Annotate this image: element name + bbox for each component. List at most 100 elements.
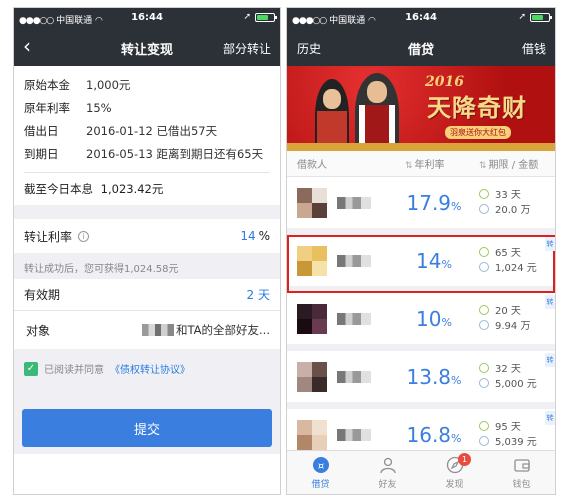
transfer-rate-label: 转让利率 — [24, 229, 73, 244]
battery-icon — [530, 12, 552, 22]
loan-list: 17.9% 33 天 20.0 万 14% 65 天 1,024 元转 10% 20 天 9.9… — [287, 177, 555, 467]
validity-value[interactable]: 2 天 — [247, 286, 270, 303]
clock-icon — [479, 304, 489, 315]
tab-loan[interactable]: ¤ 借贷 — [287, 451, 354, 494]
status-bar: ●●●○○ 中国联通 ◠ 16:44 ➚ — [287, 8, 555, 28]
tab-label: 发现 — [445, 480, 464, 490]
agreement-link[interactable]: 《债权转让协议》 — [110, 361, 190, 376]
percent-unit: % — [258, 229, 270, 243]
avatar — [297, 419, 327, 450]
validity-row[interactable]: 有效期 2 天 — [14, 279, 280, 311]
loan-term: 65 天 1,024 元 — [479, 246, 555, 276]
tab-label: 借贷 — [311, 480, 330, 490]
loan-term: 32 天 5,000 元 — [479, 362, 555, 392]
promo-banner[interactable]: 2016 天降奇财 羽泉送你大红包 — [287, 66, 555, 151]
yen-icon — [479, 319, 489, 330]
info-label: 原年利率 — [24, 101, 70, 115]
clock: 16:44 — [131, 12, 163, 23]
avatar — [297, 361, 327, 392]
wallet-icon — [512, 455, 532, 475]
tab-bar: ¤ 借贷 好友 发现 1 钱包 — [287, 450, 555, 494]
loan-rate: 14% — [416, 248, 452, 273]
info-icon[interactable]: i — [78, 230, 90, 242]
clock-icon — [479, 188, 489, 199]
blurred-name — [337, 196, 371, 209]
transfer-ribbon: 转 — [545, 237, 555, 251]
tab-label: 钱包 — [512, 480, 531, 490]
loan-row[interactable]: 17.9% 33 天 20.0 万 — [287, 177, 555, 235]
term-column-header[interactable]: ⇅ 期限 / 金额 — [479, 156, 555, 171]
info-label: 原始本金 — [24, 78, 70, 92]
banner-person-image — [315, 79, 349, 151]
target-label: 对象 — [26, 323, 51, 338]
info-row: 到期日 2016-05-13 距离到期日还有65天 — [24, 143, 270, 166]
loan-row[interactable]: 13.8% 32 天 5,000 元转 — [287, 351, 555, 409]
banner-subtitle: 羽泉送你大红包 — [445, 126, 511, 139]
banner-slogan: 天降奇财 — [427, 93, 527, 122]
transfer-rate-row[interactable]: 转让利率 i 14 % — [14, 219, 280, 253]
yen-icon — [479, 261, 489, 272]
banner-person-image — [355, 73, 399, 151]
battery-icon — [255, 12, 277, 22]
loan-rate: 10% — [416, 306, 452, 331]
info-row: 借出日 2016-01-12 已借出57天 — [24, 120, 270, 143]
sort-icon: ⇅ — [479, 161, 487, 171]
info-value: 2016-01-12 已借出57天 — [86, 124, 218, 138]
location-icon: ➚ — [243, 12, 251, 22]
info-value: 15% — [86, 101, 112, 115]
loan-row[interactable]: 10% 20 天 9.94 万转 — [287, 293, 555, 351]
interest-label: 截至今日本息 — [24, 182, 93, 196]
notification-badge: 1 — [458, 453, 471, 466]
transfer-ribbon: 转 — [545, 411, 555, 425]
loan-rate: 13.8% — [406, 364, 462, 389]
partial-transfer-button[interactable]: 部分转让 — [223, 40, 271, 57]
yen-icon — [479, 203, 489, 214]
clock-icon — [479, 420, 489, 431]
loan-term: 20 天 9.94 万 — [479, 304, 555, 334]
page-title: 借贷 — [407, 43, 434, 58]
nav-bar: ‹ 转让变现 部分转让 — [14, 28, 280, 66]
borrow-button[interactable]: 借钱 — [522, 40, 546, 57]
tab-compass[interactable]: 发现 1 — [421, 451, 488, 494]
sort-icon: ⇅ — [405, 161, 413, 171]
info-value: 1,000元 — [86, 78, 131, 92]
yen-icon — [479, 377, 489, 388]
agreement-text: 已阅读并同意 — [44, 365, 104, 376]
loan-term: 95 天 5,039 元 — [479, 420, 555, 450]
loan-row[interactable]: 14% 65 天 1,024 元转 — [287, 235, 555, 293]
agreement-area: ✓ 已阅读并同意 《债权转让协议》 提交 — [14, 349, 280, 454]
avatar — [297, 245, 327, 276]
submit-button[interactable]: 提交 — [22, 409, 272, 447]
transfer-rate-input[interactable]: 14 — [240, 229, 255, 243]
yen-icon — [479, 435, 489, 446]
info-value: 2016-05-13 距离到期日还有65天 — [86, 147, 264, 161]
nav-bar: 历史 借贷 借钱 — [287, 28, 555, 66]
target-row[interactable]: 对象 和TA的全部好友... — [14, 311, 280, 349]
tab-friends[interactable]: 好友 — [354, 451, 421, 494]
status-bar: ●●●○○ 中国联通 ◠ 16:44 ➚ — [14, 8, 280, 28]
target-value: 和TA的全部好友... — [176, 323, 270, 337]
info-label: 借出日 — [24, 124, 59, 138]
blurred-name — [142, 324, 175, 336]
info-row: 原始本金 1,000元 — [24, 74, 270, 97]
blurred-name — [337, 312, 371, 325]
transfer-screen: ●●●○○ 中国联通 ◠ 16:44 ➚ ‹ 转让变现 部分转让 原始本金 1,0… — [13, 7, 281, 495]
tab-wallet[interactable]: 钱包 — [488, 451, 555, 494]
agree-checkbox[interactable]: ✓ — [24, 361, 38, 376]
clock-icon — [479, 362, 489, 373]
section-gap — [14, 205, 280, 219]
clock: 16:44 — [405, 12, 437, 23]
location-icon: ➚ — [518, 12, 526, 22]
proceeds-hint: 转让成功后，您可获得1,024.58元 — [14, 253, 280, 279]
interest-row: 截至今日本息 1,023.42元 — [14, 173, 280, 205]
loan-term: 33 天 20.0 万 — [479, 188, 555, 218]
info-label: 到期日 — [24, 147, 59, 161]
rate-column-header[interactable]: ⇅ 年利率 — [395, 156, 479, 171]
tab-label: 好友 — [378, 480, 397, 490]
agreement: ✓ 已阅读并同意 《债权转让协议》 — [24, 361, 190, 376]
loan-list-screen: ●●●○○ 中国联通 ◠ 16:44 ➚ 历史 借贷 借钱 2016 天降奇财 … — [286, 7, 556, 495]
loan-rate: 16.8% — [406, 422, 462, 447]
avatar — [297, 303, 327, 334]
validity-label: 有效期 — [24, 288, 61, 302]
avatar — [297, 187, 327, 218]
